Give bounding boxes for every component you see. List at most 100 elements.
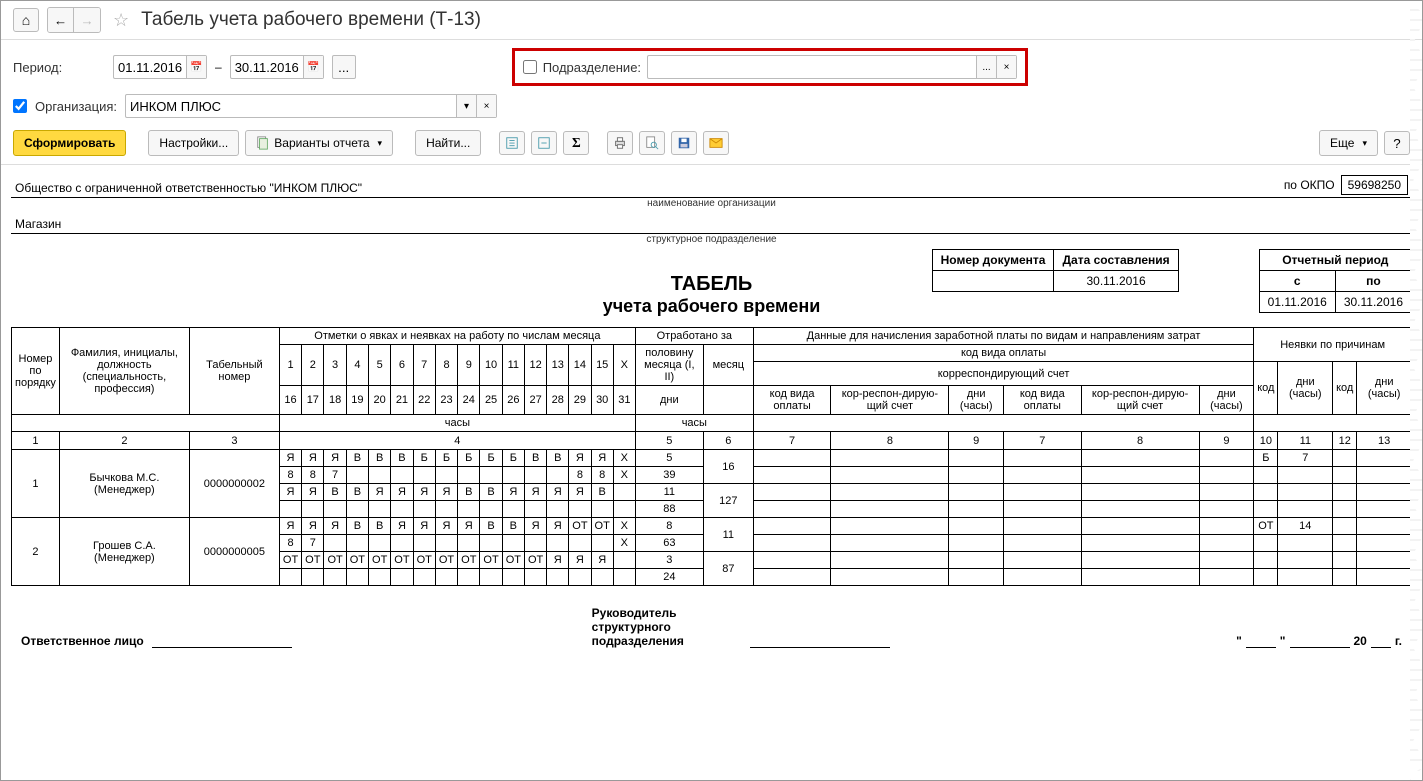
cell-day — [435, 501, 457, 518]
arrow-left-icon: ← — [54, 13, 67, 28]
cell-day — [591, 569, 613, 586]
cell-day: Я — [279, 484, 301, 501]
empty — [703, 386, 753, 415]
cell-abs — [1333, 518, 1357, 535]
cell-day: Я — [569, 450, 591, 467]
cell-pay — [1004, 552, 1082, 569]
table-row: 1Бычкова М.С. (Менеджер)0000000002ЯЯЯВВВ… — [12, 450, 1412, 467]
table-body: 1Бычкова М.С. (Менеджер)0000000002ЯЯЯВВВ… — [12, 450, 1412, 586]
cell-pay — [1199, 484, 1254, 501]
cell-day: Я — [591, 552, 613, 569]
cell-day: В — [369, 450, 391, 467]
q2: " — [1280, 634, 1286, 648]
cell-abs — [1357, 467, 1412, 484]
cell-pay — [1081, 552, 1199, 569]
organization-field[interactable]: ▾ × — [125, 94, 497, 118]
date-to-field[interactable]: 📅 — [230, 55, 324, 79]
cell-day — [458, 569, 480, 586]
cell-day — [435, 569, 457, 586]
coln-13: 13 — [1357, 432, 1412, 450]
favorite-star-icon[interactable]: ☆ — [113, 10, 129, 31]
date-from-input[interactable] — [114, 60, 186, 75]
date-from-field[interactable]: 📅 — [113, 55, 207, 79]
cell-order: 2 — [12, 518, 60, 586]
cell-day — [346, 535, 368, 552]
cell-day: 8 — [279, 535, 301, 552]
back-button[interactable]: ← — [48, 8, 74, 32]
cell-abs — [1278, 467, 1333, 484]
organization-input[interactable] — [126, 99, 456, 114]
cell-pay — [831, 467, 949, 484]
cell-pay — [1199, 518, 1254, 535]
date-to-calendar-button[interactable]: 📅 — [303, 56, 323, 78]
cell-day: 8 — [279, 467, 301, 484]
cell-day — [324, 535, 346, 552]
day-head: 18 — [324, 386, 346, 415]
head-label: Руководитель структурного подразделения — [592, 606, 742, 648]
date-from-calendar-button[interactable]: 📅 — [186, 56, 206, 78]
period-select-button[interactable]: ... — [332, 55, 356, 79]
cell-day — [279, 501, 301, 518]
cell-day: В — [346, 450, 368, 467]
date-to-input[interactable] — [231, 60, 303, 75]
home-button[interactable]: ⌂ — [13, 8, 39, 32]
okpo-label: по ОКПО — [1284, 178, 1335, 192]
cell-day: Я — [302, 518, 324, 535]
expand-groups-button[interactable] — [499, 131, 525, 155]
doc-date-value: 30.11.2016 — [1054, 271, 1178, 292]
email-button[interactable] — [703, 131, 729, 155]
head-sign-line — [750, 634, 890, 648]
forward-button[interactable]: → — [74, 8, 100, 32]
col-hours: часы — [279, 415, 635, 432]
doc-num-header: Номер документа — [932, 250, 1054, 271]
collapse-groups-button[interactable] — [531, 131, 557, 155]
col-paycode: код вида оплаты — [753, 386, 831, 415]
day-head: 10 — [480, 345, 502, 386]
cell-day: ОТ — [279, 552, 301, 569]
day-head: 25 — [480, 386, 502, 415]
find-button[interactable]: Найти... — [415, 130, 481, 156]
cell-day: ОТ — [346, 552, 368, 569]
cell-day — [302, 501, 324, 518]
cell-day: Я — [547, 484, 569, 501]
col-dh2: дни (часы) — [1199, 386, 1254, 415]
cell-half: 5 — [635, 450, 703, 467]
subdivision-select-button[interactable]: ... — [976, 56, 996, 78]
print-button[interactable] — [607, 131, 633, 155]
day-head: 11 — [502, 345, 524, 386]
cell-pay — [831, 484, 949, 501]
subdivision-field[interactable]: ... × — [647, 55, 1017, 79]
col-name: Фамилия, инициалы, должность (специально… — [59, 328, 189, 415]
cell-day: В — [524, 450, 546, 467]
cell-day — [480, 501, 502, 518]
cell-pay — [1004, 467, 1082, 484]
more-button[interactable]: Еще — [1319, 130, 1378, 156]
cell-pay — [753, 467, 831, 484]
cell-day: Б — [435, 450, 457, 467]
generate-button[interactable]: Сформировать — [13, 130, 126, 156]
report-variants-button[interactable]: Варианты отчета — [245, 130, 393, 156]
sum-button[interactable]: Σ — [563, 131, 589, 155]
col-payroll: Данные для начисления заработной платы п… — [753, 328, 1253, 345]
table-row: 2Грошев С.А. (Менеджер)0000000005ЯЯЯВВЯЯ… — [12, 518, 1412, 535]
cell-pay — [1199, 450, 1254, 467]
subdivision-clear-button[interactable]: × — [996, 56, 1016, 78]
save-button[interactable] — [671, 131, 697, 155]
cell-day: В — [391, 450, 413, 467]
help-button[interactable]: ? — [1384, 131, 1410, 155]
organization-dropdown-button[interactable]: ▾ — [456, 95, 476, 117]
preview-button[interactable] — [639, 131, 665, 155]
cell-pay — [753, 484, 831, 501]
organization-clear-button[interactable]: × — [476, 95, 496, 117]
organization-checkbox[interactable] — [13, 99, 27, 113]
cell-day — [524, 569, 546, 586]
day-head: 16 — [279, 386, 301, 415]
cell-pay — [1199, 535, 1254, 552]
subdivision-input[interactable] — [648, 60, 976, 75]
cell-day: В — [346, 518, 368, 535]
day-head: X — [613, 345, 635, 386]
cell-day — [569, 535, 591, 552]
settings-button[interactable]: Настройки... — [148, 130, 239, 156]
subdivision-checkbox[interactable] — [523, 60, 537, 74]
cell-pay — [1081, 501, 1199, 518]
